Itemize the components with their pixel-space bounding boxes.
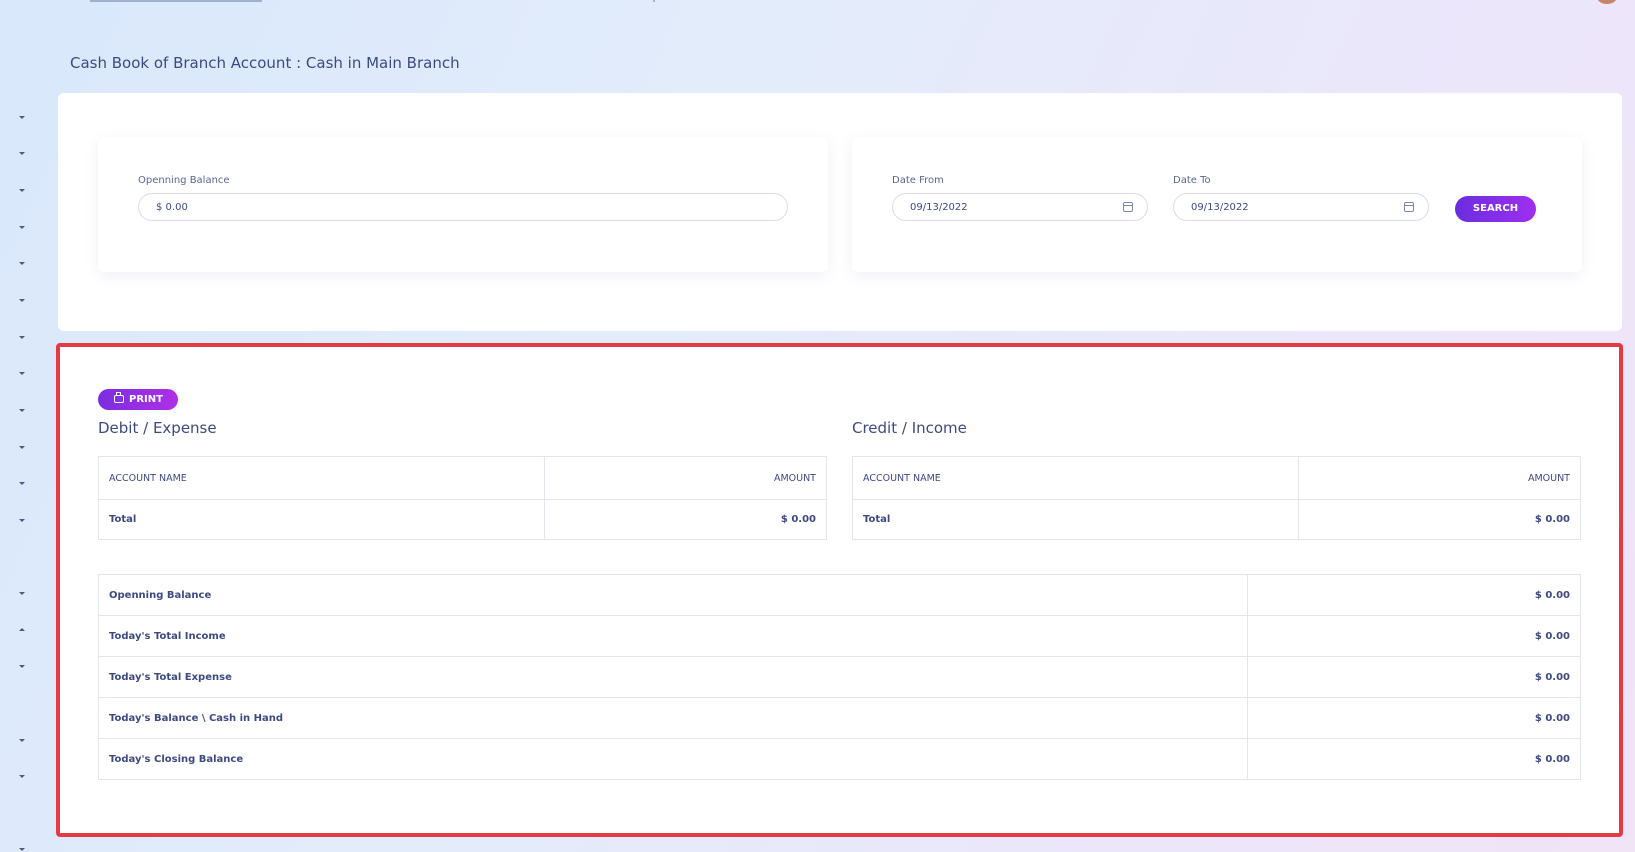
col-account-name: ACCOUNT NAME	[852, 456, 1299, 500]
date-to-value: 09/13/2022	[1191, 202, 1249, 213]
sidebar	[0, 0, 45, 852]
chevron-down-icon[interactable]	[19, 665, 25, 668]
summary-label: Today's Total Income	[98, 615, 1248, 657]
table-row: Openning Balance $ 0.00	[98, 574, 1581, 616]
credit-table: ACCOUNT NAME AMOUNT Total $ 0.00	[852, 456, 1581, 540]
summary-label: Openning Balance	[98, 574, 1248, 616]
search-button[interactable]: SEARCH	[1455, 196, 1536, 222]
chevron-down-icon[interactable]	[19, 446, 25, 449]
summary-value: $ 0.00	[1247, 656, 1581, 698]
chevron-down-icon[interactable]	[19, 848, 25, 851]
chevron-down-icon[interactable]	[19, 189, 25, 192]
date-from-label: Date From	[892, 175, 944, 186]
chevron-down-icon[interactable]	[19, 226, 25, 229]
summary-label: Today's Balance \ Cash in Hand	[98, 697, 1248, 739]
filter-panel: Openning Balance $ 0.00 Date From 09/13/…	[58, 93, 1622, 331]
date-to-field[interactable]: 09/13/2022	[1173, 193, 1429, 221]
date-from-value: 09/13/2022	[910, 202, 968, 213]
chevron-down-icon[interactable]	[19, 299, 25, 302]
chevron-down-icon[interactable]	[19, 519, 25, 522]
calendar-icon[interactable]	[1404, 202, 1414, 212]
top-nav-underline	[90, 0, 262, 2]
summary-value: $ 0.00	[1247, 738, 1581, 780]
chevron-down-icon[interactable]	[19, 775, 25, 778]
printer-icon	[114, 392, 124, 403]
table-header-row: ACCOUNT NAME AMOUNT	[98, 456, 827, 500]
table-row: Total $ 0.00	[98, 499, 827, 540]
summary-table: Openning Balance $ 0.00 Today's Total In…	[98, 574, 1581, 780]
debit-total-value: $ 0.00	[544, 499, 827, 540]
col-account-name: ACCOUNT NAME	[98, 456, 545, 500]
chevron-down-icon[interactable]	[19, 262, 25, 265]
avatar[interactable]	[1597, 0, 1617, 4]
page-title: Cash Book of Branch Account : Cash in Ma…	[70, 54, 460, 72]
summary-value: $ 0.00	[1247, 697, 1581, 739]
table-row: Today's Total Income $ 0.00	[98, 615, 1581, 657]
debit-table: ACCOUNT NAME AMOUNT Total $ 0.00	[98, 456, 827, 540]
date-from-field[interactable]: 09/13/2022	[892, 193, 1148, 221]
chevron-down-icon[interactable]	[19, 372, 25, 375]
calendar-icon[interactable]	[1123, 202, 1133, 212]
credit-total-label: Total	[852, 499, 1299, 540]
date-to-label: Date To	[1173, 175, 1211, 186]
date-range-card: Date From 09/13/2022 Date To 09/13/2022 …	[852, 137, 1582, 272]
table-row: Total $ 0.00	[852, 499, 1581, 540]
summary-label: Today's Closing Balance	[98, 738, 1248, 780]
table-row: Today's Balance \ Cash in Hand $ 0.00	[98, 697, 1581, 739]
credit-title: Credit / Income	[852, 419, 967, 437]
print-button[interactable]: PRINT	[98, 389, 178, 410]
summary-label: Today's Total Expense	[98, 656, 1248, 698]
print-label: PRINT	[129, 394, 163, 405]
table-row: Today's Closing Balance $ 0.00	[98, 738, 1581, 780]
col-amount: AMOUNT	[1298, 456, 1581, 500]
summary-value: $ 0.00	[1247, 574, 1581, 616]
chevron-down-icon[interactable]	[19, 739, 25, 742]
table-header-row: ACCOUNT NAME AMOUNT	[852, 456, 1581, 500]
debit-title: Debit / Expense	[98, 419, 217, 437]
opening-balance-label: Openning Balance	[138, 175, 230, 186]
opening-balance-field[interactable]: $ 0.00	[138, 193, 788, 221]
chevron-down-icon[interactable]	[19, 482, 25, 485]
chevron-down-icon[interactable]	[19, 152, 25, 155]
opening-balance-card: Openning Balance $ 0.00	[98, 137, 828, 272]
chevron-up-icon[interactable]	[19, 628, 25, 631]
summary-value: $ 0.00	[1247, 615, 1581, 657]
table-row: Today's Total Expense $ 0.00	[98, 656, 1581, 698]
debit-total-label: Total	[98, 499, 545, 540]
top-nav-divider	[653, 0, 655, 2]
credit-total-value: $ 0.00	[1298, 499, 1581, 540]
chevron-down-icon[interactable]	[19, 592, 25, 595]
report-panel: PRINT Debit / Expense Credit / Income AC…	[56, 343, 1623, 837]
col-amount: AMOUNT	[544, 456, 827, 500]
chevron-down-icon[interactable]	[19, 116, 25, 119]
chevron-down-icon[interactable]	[19, 336, 25, 339]
chevron-down-icon[interactable]	[19, 409, 25, 412]
